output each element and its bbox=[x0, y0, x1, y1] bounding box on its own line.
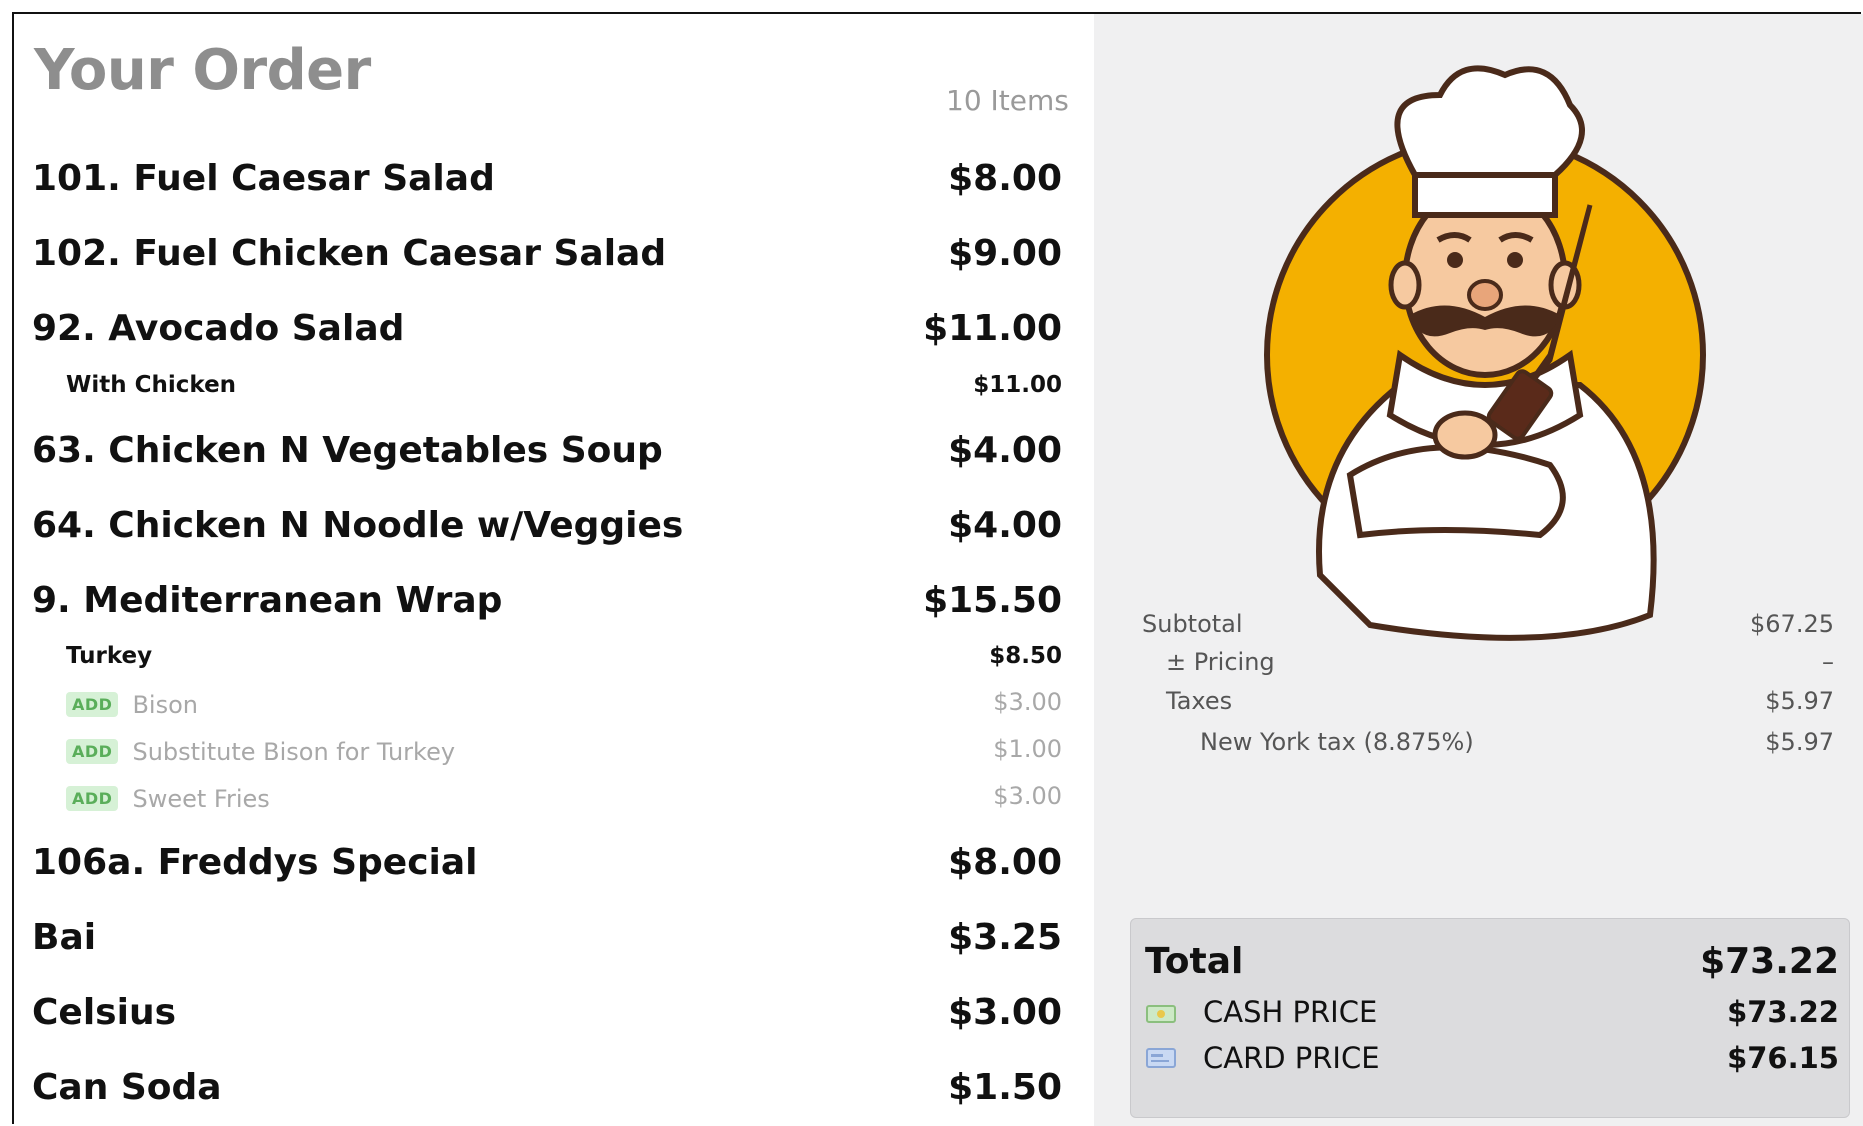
order-line[interactable]: 101. Fuel Caesar Salad $8.00 bbox=[32, 158, 1062, 199]
order-line[interactable]: 64. Chicken N Noodle w/Veggies $4.00 bbox=[32, 505, 1062, 546]
add-badge: ADD bbox=[66, 692, 119, 717]
order-line[interactable]: 9. Mediterranean Wrap $15.50 bbox=[32, 580, 1062, 621]
order-addon: ADD Sweet Fries $3.00 bbox=[32, 782, 1062, 813]
order-modifier: Turkey $8.50 bbox=[66, 643, 1062, 669]
chef-mascot-icon bbox=[1264, 65, 1706, 641]
order-addon: ADD Bison $3.00 bbox=[32, 688, 1062, 719]
order-line[interactable]: 92. Avocado Salad $11.00 bbox=[32, 308, 1062, 349]
cash-price-row: CASH PRICE $73.22 bbox=[1145, 995, 1839, 1029]
card-icon bbox=[1146, 1048, 1176, 1068]
order-modifier: With Chicken $11.00 bbox=[66, 372, 1062, 398]
card-price-row: CARD PRICE $76.15 bbox=[1145, 1041, 1839, 1075]
item-count: 10 Items bbox=[946, 84, 1069, 117]
order-line[interactable]: 102. Fuel Chicken Caesar Salad $9.00 bbox=[32, 233, 1062, 274]
add-badge: ADD bbox=[66, 786, 119, 811]
totals-box: Total $73.22 CASH PRICE $73.22 CARD PRIC… bbox=[1130, 918, 1850, 1118]
order-line[interactable]: Can Soda $1.50 bbox=[32, 1067, 1062, 1108]
ny-tax-row: New York tax (8.875%) $5.97 bbox=[1200, 728, 1834, 756]
order-line[interactable]: Celsius $3.00 bbox=[32, 992, 1062, 1033]
order-line[interactable]: Bai $3.25 bbox=[32, 917, 1062, 958]
taxes-row: Taxes $5.97 bbox=[1166, 687, 1834, 715]
add-badge: ADD bbox=[66, 739, 119, 764]
order-line[interactable]: 63. Chicken N Vegetables Soup $4.00 bbox=[32, 430, 1062, 471]
order-addon: ADD Substitute Bison for Turkey $1.00 bbox=[32, 735, 1062, 766]
subtotal-row: Subtotal $67.25 bbox=[1142, 610, 1834, 638]
total-row: Total $73.22 bbox=[1145, 941, 1839, 982]
page-title: Your Order bbox=[34, 38, 371, 103]
pricing-row: ± Pricing – bbox=[1166, 648, 1834, 676]
cash-icon bbox=[1146, 1005, 1176, 1023]
order-line[interactable]: 106a. Freddys Special $8.00 bbox=[32, 842, 1062, 883]
